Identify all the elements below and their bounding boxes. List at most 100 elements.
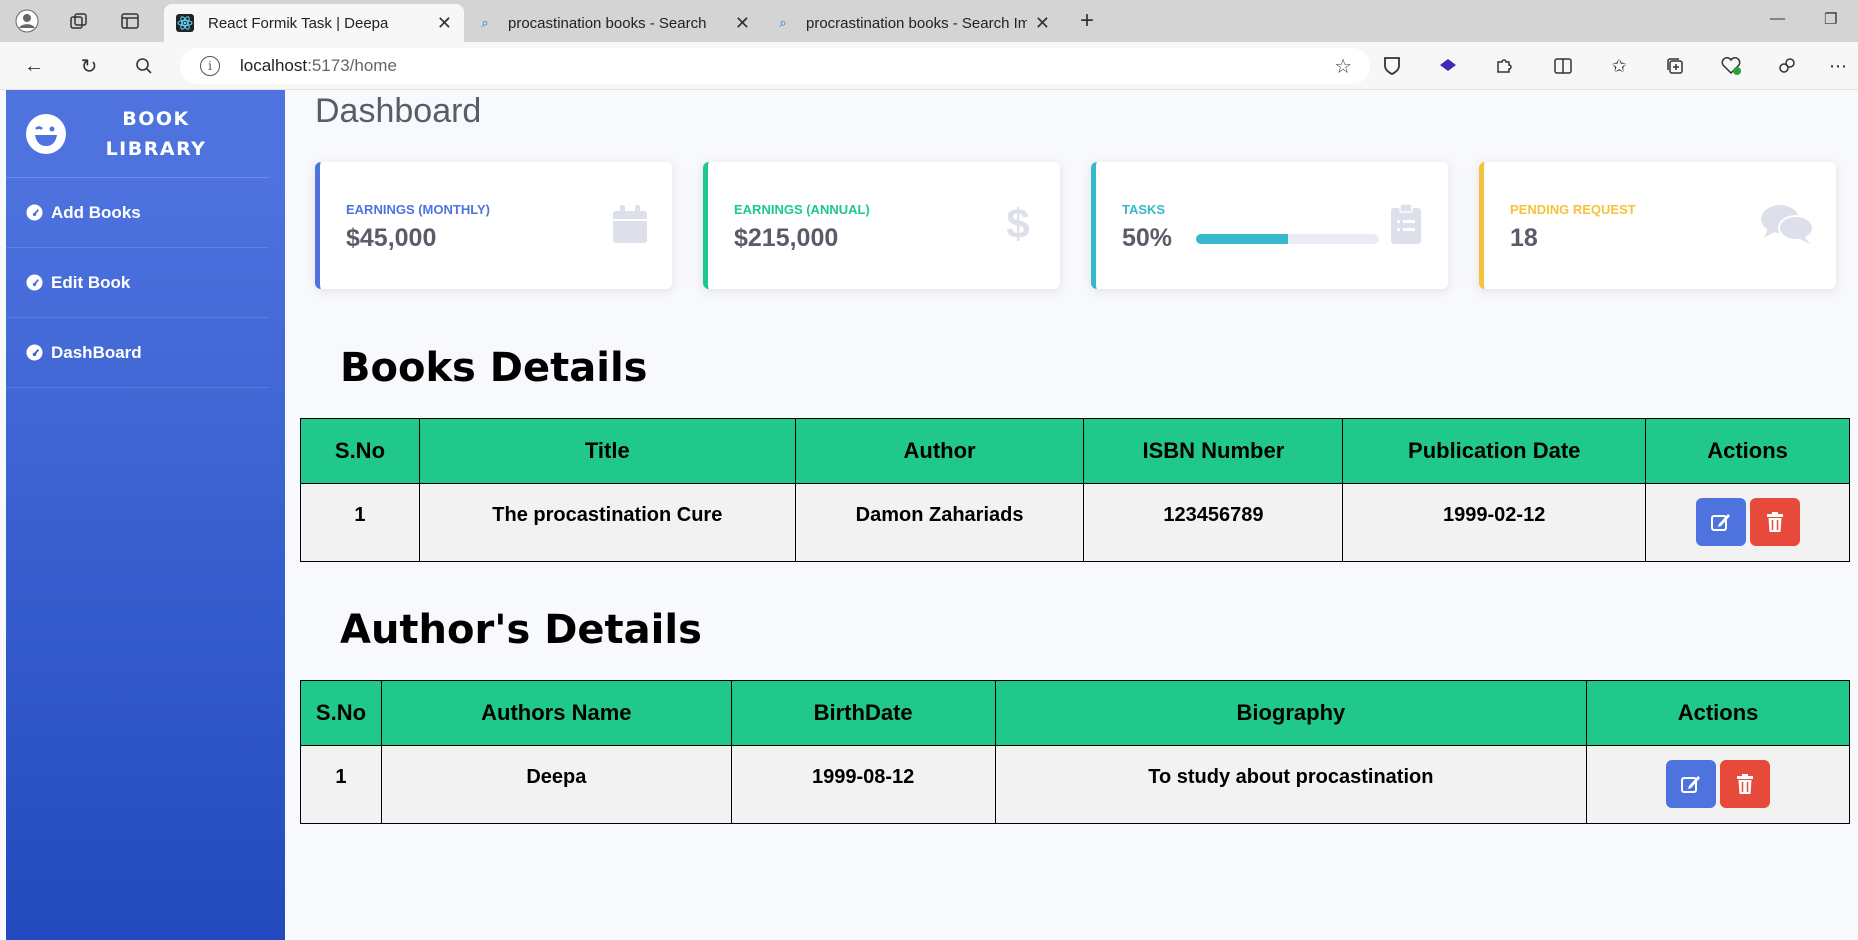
clipboard-icon bbox=[1386, 202, 1426, 246]
tachometer-icon bbox=[26, 204, 43, 221]
close-tab-icon[interactable]: ✕ bbox=[735, 13, 750, 34]
column-header: Title bbox=[418, 418, 796, 484]
column-header: Publication Date bbox=[1342, 418, 1647, 484]
sidebar-item-dashboard[interactable]: DashBoard bbox=[6, 318, 269, 388]
column-header: Authors Name bbox=[380, 680, 732, 746]
tab-actions-icon[interactable] bbox=[117, 8, 143, 34]
card-value: 18 bbox=[1510, 224, 1538, 252]
address-toolbar: ← ↻ i localhost:5173/home ☆ ✩ ⋯ bbox=[0, 42, 1858, 90]
collections-icon[interactable] bbox=[1663, 54, 1687, 78]
edit-book-button[interactable] bbox=[1695, 498, 1746, 546]
tasks-card: TASKS 50% bbox=[1091, 162, 1448, 289]
split-screen-icon[interactable] bbox=[1551, 54, 1575, 78]
tachometer-icon bbox=[26, 344, 43, 361]
favorites-icon[interactable]: ✩ bbox=[1607, 54, 1631, 78]
authors-heading: Author's Details bbox=[340, 607, 702, 653]
url-path: :5173/home bbox=[307, 56, 397, 75]
progress-fill bbox=[1196, 234, 1288, 244]
react-icon bbox=[176, 14, 194, 32]
table-header-row: S.No Title Author ISBN Number Publicatio… bbox=[300, 418, 1850, 484]
column-header: Biography bbox=[994, 680, 1588, 746]
url-bar[interactable]: i localhost:5173/home ☆ bbox=[180, 48, 1370, 84]
table-cell: 123456789 bbox=[1083, 483, 1344, 562]
table-cell: 1 bbox=[300, 483, 420, 562]
table-row: 1 The procastination Cure Damon Zahariad… bbox=[300, 483, 1850, 562]
copilot-icon[interactable] bbox=[1775, 54, 1799, 78]
tab-search-1[interactable]: ⌕ procastination books - Search ✕ bbox=[464, 4, 762, 42]
minimize-button[interactable]: — bbox=[1770, 10, 1785, 27]
card-value: 50% bbox=[1122, 224, 1173, 252]
site-info-icon[interactable]: i bbox=[200, 56, 220, 76]
table-cell: Damon Zahariads bbox=[794, 483, 1085, 562]
restore-button[interactable]: ❐ bbox=[1824, 10, 1837, 28]
close-tab-icon[interactable]: ✕ bbox=[1035, 13, 1050, 34]
table-header-row: S.No Authors Name BirthDate Biography Ac… bbox=[300, 680, 1850, 746]
earnings-monthly-card: EARNINGS (MONTHLY) $45,000 bbox=[315, 162, 672, 289]
column-header: Author bbox=[794, 418, 1085, 484]
actions-cell bbox=[1645, 483, 1850, 562]
tab-title: procastination books - Search bbox=[508, 14, 707, 32]
column-header: Actions bbox=[1645, 418, 1850, 484]
sidebar: BOOK LIBRARY Add Books Edit Book DashBoa… bbox=[6, 90, 285, 940]
search-favicon-icon: ⌕ bbox=[779, 15, 787, 30]
sidebar-item-add-books[interactable]: Add Books bbox=[6, 178, 269, 248]
edit-author-button[interactable] bbox=[1666, 760, 1717, 808]
edit-icon bbox=[1710, 514, 1730, 531]
table-cell: 1999-08-12 bbox=[730, 745, 996, 824]
search-favicon-icon: ⌕ bbox=[481, 15, 489, 30]
table-row: 1 Deepa 1999-08-12 To study about procas… bbox=[300, 745, 1850, 824]
refresh-icon[interactable]: ↻ bbox=[75, 52, 103, 80]
more-menu-icon[interactable]: ⋯ bbox=[1826, 54, 1850, 78]
trash-icon bbox=[1766, 512, 1783, 532]
delete-book-button[interactable] bbox=[1749, 498, 1800, 546]
card-label: EARNINGS (ANNUAL) bbox=[734, 202, 870, 217]
card-label: EARNINGS (MONTHLY) bbox=[346, 202, 490, 217]
column-header: Actions bbox=[1586, 680, 1850, 746]
books-table: S.No Title Author ISBN Number Publicatio… bbox=[300, 418, 1850, 562]
back-icon[interactable]: ← bbox=[20, 52, 48, 80]
comments-icon bbox=[1760, 202, 1814, 246]
workspaces-icon[interactable] bbox=[66, 8, 92, 34]
dollar-icon: $ bbox=[1006, 200, 1030, 247]
extensions-puzzle-icon[interactable] bbox=[1492, 54, 1516, 78]
close-tab-icon[interactable]: ✕ bbox=[437, 13, 452, 34]
browser-tab-bar: React Formik Task | Deepa ✕ ⌕ procastina… bbox=[0, 0, 1858, 42]
laugh-wink-icon bbox=[26, 113, 66, 154]
card-label: PENDING REQUEST bbox=[1510, 202, 1636, 217]
profile-icon[interactable] bbox=[14, 8, 40, 34]
pending-request-card: PENDING REQUEST 18 bbox=[1479, 162, 1836, 289]
sidebar-item-label: DashBoard bbox=[51, 342, 142, 362]
bitwarden-icon[interactable] bbox=[1380, 54, 1404, 78]
card-label: TASKS bbox=[1122, 202, 1166, 217]
delete-author-button[interactable] bbox=[1720, 760, 1771, 808]
table-cell: Deepa bbox=[380, 745, 732, 824]
authors-table: S.No Authors Name BirthDate Biography Ac… bbox=[300, 680, 1850, 824]
sidebar-brand[interactable]: BOOK LIBRARY bbox=[6, 90, 269, 178]
card-value: $215,000 bbox=[734, 224, 839, 252]
page-title: Dashboard bbox=[315, 92, 482, 130]
sidebar-item-label: Add Books bbox=[51, 202, 141, 222]
edit-icon bbox=[1681, 776, 1701, 793]
tab-title: procrastination books - Search Im bbox=[806, 14, 1027, 32]
column-header: BirthDate bbox=[730, 680, 996, 746]
tachometer-icon bbox=[26, 274, 43, 291]
table-cell: To study about procastination bbox=[994, 745, 1588, 824]
tab-react-formik[interactable]: React Formik Task | Deepa ✕ bbox=[164, 4, 464, 42]
calendar-icon bbox=[610, 202, 650, 246]
search-icon[interactable] bbox=[130, 52, 158, 80]
brand-text: BOOK LIBRARY bbox=[105, 107, 207, 160]
column-header: S.No bbox=[300, 680, 382, 746]
actions-cell bbox=[1586, 745, 1850, 824]
extension-stack-icon[interactable] bbox=[1436, 54, 1460, 78]
main-content: Dashboard EARNINGS (MONTHLY) $45,000 EAR… bbox=[285, 90, 1858, 940]
column-header: ISBN Number bbox=[1083, 418, 1344, 484]
tab-search-2[interactable]: ⌕ procrastination books - Search Im ✕ bbox=[762, 4, 1062, 42]
new-tab-button[interactable]: + bbox=[1074, 7, 1100, 34]
sidebar-item-label: Edit Book bbox=[51, 272, 131, 292]
column-header: S.No bbox=[300, 418, 420, 484]
tab-title: React Formik Task | Deepa bbox=[208, 14, 389, 32]
browser-essentials-icon[interactable] bbox=[1719, 54, 1743, 78]
favorite-star-icon[interactable]: ☆ bbox=[1334, 54, 1352, 79]
sidebar-item-edit-book[interactable]: Edit Book bbox=[6, 248, 269, 318]
url-host: localhost bbox=[240, 56, 308, 75]
